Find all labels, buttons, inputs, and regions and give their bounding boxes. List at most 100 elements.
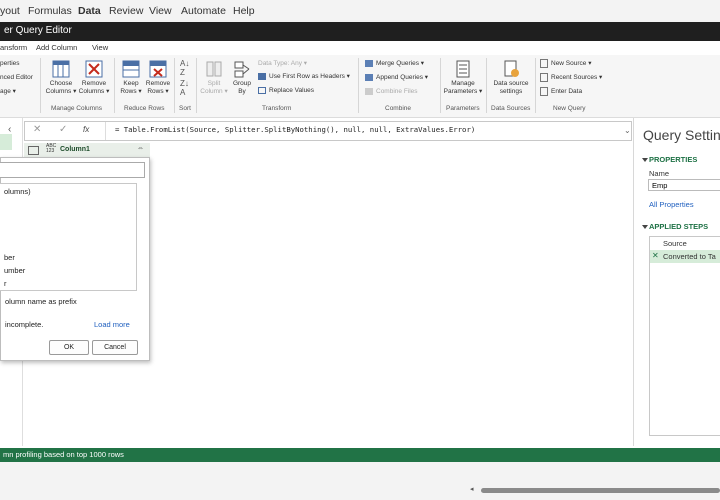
- selected-query-marker: [0, 134, 12, 150]
- confirm-icon[interactable]: ✓: [59, 124, 67, 135]
- group-by-icon: [232, 59, 252, 79]
- cancel-button[interactable]: Cancel: [92, 340, 138, 355]
- expand-column-icon[interactable]: ⇔: [137, 145, 144, 152]
- column-search-input[interactable]: [0, 162, 145, 178]
- ok-button[interactable]: OK: [49, 340, 89, 355]
- query-settings-title: Query Settings: [643, 127, 720, 143]
- tab-add-column[interactable]: Add Column: [36, 43, 77, 52]
- ribbon-tabs: ansform Add Column View: [0, 41, 720, 55]
- recent-sources-icon: [540, 73, 548, 82]
- new-source-button[interactable]: New Source ▾: [540, 59, 591, 69]
- data-type-dropdown[interactable]: Data Type: Any ▾: [258, 59, 307, 69]
- window-title-bar: er Query Editor: [0, 22, 720, 41]
- expand-column-popup: olumns) ber umber r olumn name as prefix…: [0, 157, 150, 361]
- enter-data-button[interactable]: Enter Data: [540, 87, 582, 97]
- cancel-icon[interactable]: ✕: [33, 124, 41, 135]
- applied-steps-list: Source ✕ Converted to Ta: [649, 236, 720, 436]
- data-source-settings-button[interactable]: Data source settings: [489, 59, 533, 96]
- query-name-input[interactable]: [648, 179, 720, 191]
- replace-icon: [258, 86, 266, 94]
- status-text: mn profiling based on top 1000 rows: [3, 450, 124, 459]
- remove-rows-icon: [148, 59, 168, 79]
- incomplete-message: incomplete.: [5, 320, 44, 329]
- menu-item-data[interactable]: Data: [78, 5, 101, 17]
- column-header[interactable]: ABC 123 Column1 ⇔: [24, 143, 150, 158]
- properties-button[interactable]: perties: [0, 59, 20, 69]
- sort-ascending-icon[interactable]: A↓ Z: [180, 59, 189, 77]
- remove-columns-icon: [84, 59, 104, 79]
- formula-expand-icon[interactable]: ⌄: [624, 126, 631, 135]
- combine-files-button[interactable]: Combine Files: [365, 87, 418, 97]
- choose-columns-button[interactable]: Choose Columns ▾: [43, 59, 79, 96]
- merge-icon: [365, 59, 373, 67]
- horizontal-scrollbar[interactable]: [481, 488, 720, 493]
- tab-view[interactable]: View: [92, 43, 108, 52]
- remove-columns-button[interactable]: Remove Columns ▾: [76, 59, 112, 96]
- use-first-row-headers-button[interactable]: Use First Row as Headers ▾: [258, 72, 350, 82]
- applied-steps-collapse-icon[interactable]: [642, 225, 648, 229]
- group-by-button[interactable]: Group By: [224, 59, 260, 96]
- step-item[interactable]: Source: [650, 237, 720, 250]
- properties-collapse-icon[interactable]: [642, 158, 648, 162]
- combine-files-icon: [365, 87, 373, 95]
- list-item[interactable]: ber: [4, 253, 15, 262]
- delete-step-icon[interactable]: ✕: [652, 251, 659, 260]
- fx-icon[interactable]: fx: [83, 125, 89, 134]
- group-label-data-sources: Data Sources: [491, 105, 531, 112]
- append-queries-button[interactable]: Append Queries ▾: [365, 73, 428, 83]
- status-bar: mn profiling based on top 1000 rows: [0, 448, 720, 462]
- parameters-icon: [453, 59, 473, 79]
- type-badge[interactable]: ABC 123: [46, 144, 56, 154]
- list-item[interactable]: umber: [4, 266, 25, 275]
- sort-descending-icon[interactable]: Z↓ A: [180, 79, 189, 97]
- step-item-selected[interactable]: ✕ Converted to Ta: [650, 250, 720, 263]
- load-more-link[interactable]: Load more: [94, 320, 130, 329]
- menu-item-help[interactable]: Help: [233, 5, 255, 17]
- merge-queries-button[interactable]: Merge Queries ▾: [365, 59, 424, 69]
- menu-item-automate[interactable]: Automate: [181, 5, 226, 17]
- query-settings-pane: Query Settings PROPERTIES Name All Prope…: [633, 118, 720, 446]
- name-label: Name: [649, 169, 670, 178]
- group-label-transform: Transform: [262, 105, 292, 112]
- excel-menu-bar: yout Formulas Data Review View Automate …: [0, 0, 720, 22]
- column-list: olumns) ber umber r: [0, 183, 137, 291]
- properties-header: PROPERTIES: [649, 155, 698, 164]
- remove-rows-button[interactable]: Remove Rows ▾: [140, 59, 176, 96]
- scroll-left-icon[interactable]: ◂: [470, 485, 474, 493]
- append-icon: [365, 73, 373, 81]
- list-item[interactable]: r: [4, 279, 7, 288]
- group-label-reduce-rows: Reduce Rows: [124, 105, 165, 112]
- manage-button[interactable]: age ▾: [0, 87, 16, 97]
- new-source-icon: [540, 59, 548, 68]
- group-label-parameters: Parameters: [446, 105, 480, 112]
- group-label-manage-columns: Manage Columns: [51, 105, 102, 112]
- recent-sources-button[interactable]: Recent Sources ▾: [540, 73, 602, 83]
- table-select-icon[interactable]: [28, 146, 39, 155]
- table-headers-icon: [258, 72, 266, 80]
- split-column-icon: [204, 59, 224, 79]
- choose-columns-icon: [51, 59, 71, 79]
- keep-rows-icon: [121, 59, 141, 79]
- manage-parameters-button[interactable]: Manage Parameters ▾: [443, 59, 483, 96]
- all-properties-link[interactable]: All Properties: [649, 200, 694, 209]
- menu-item-review[interactable]: Review: [109, 5, 143, 17]
- list-item[interactable]: olumns): [4, 187, 31, 196]
- menu-item-formulas[interactable]: Formulas: [28, 5, 72, 17]
- step-label: Source: [663, 239, 687, 248]
- enter-data-icon: [540, 87, 548, 96]
- ribbon: perties nced Editor age ▾ Choose Columns…: [0, 55, 720, 118]
- group-label-combine: Combine: [385, 105, 412, 112]
- formula-bar: ✕ ✓ fx = Table.FromList(Source, Splitter…: [24, 121, 632, 141]
- data-source-settings-icon: [501, 59, 521, 79]
- tab-transform[interactable]: ansform: [0, 43, 27, 52]
- window-title: er Query Editor: [4, 25, 72, 36]
- formula-text[interactable]: = Table.FromList(Source, Splitter.SplitB…: [115, 125, 475, 134]
- replace-values-button[interactable]: Replace Values: [258, 86, 314, 96]
- use-prefix-option[interactable]: olumn name as prefix: [5, 297, 77, 306]
- menu-item-view[interactable]: View: [149, 5, 172, 17]
- group-label-new-query: New Query: [553, 105, 586, 112]
- menu-item-layout[interactable]: yout: [0, 5, 20, 17]
- bottom-area: ◂: [0, 462, 720, 500]
- advanced-editor-button[interactable]: nced Editor: [0, 73, 33, 83]
- group-label-sort: Sort: [179, 105, 191, 112]
